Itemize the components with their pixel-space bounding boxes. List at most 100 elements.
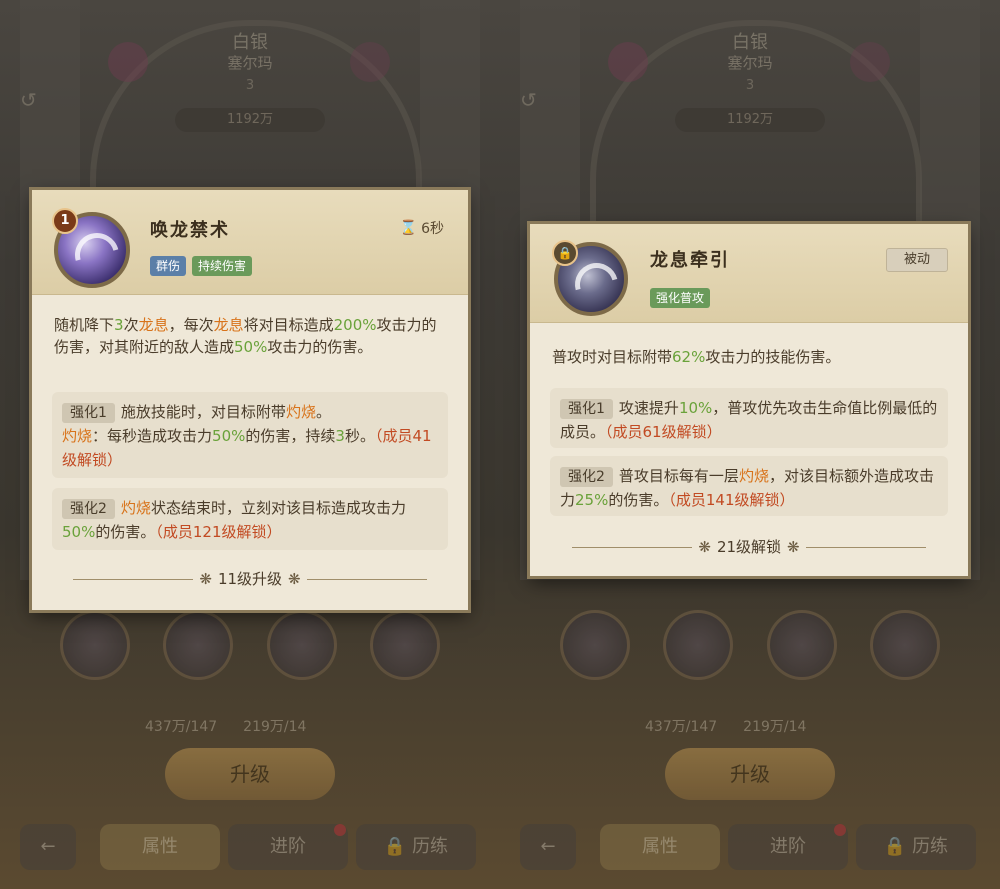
enhancement-chip: 强化2 [560, 467, 613, 487]
hero-name: 塞尔玛 [227, 54, 273, 72]
desc-value: 50% [234, 338, 268, 356]
ornament-icon: ❋ [199, 570, 212, 588]
desc-keyword: 龙息 [138, 316, 169, 334]
cooldown-value: 6秒 [421, 221, 444, 237]
enh-text: 的伤害，持续 [245, 427, 336, 445]
desc-text: 攻击力的伤害。 [267, 338, 373, 356]
tab-label: 进阶 [770, 836, 806, 857]
skill-slot-2[interactable] [163, 610, 234, 680]
tab-training[interactable]: 🔒 历练 [856, 824, 976, 870]
swirl-icon [566, 254, 626, 314]
skill-slot-4[interactable] [869, 610, 940, 680]
divider [306, 579, 427, 580]
enh-text: ：每秒造成攻击力 [92, 427, 213, 445]
enh-keyword: 灼烧 [120, 499, 151, 517]
skill-description: 随机降下3次龙息，每次龙息将对目标造成200%攻击力的伤害，对其附近的敌人造成5… [54, 314, 446, 358]
skill-row [560, 610, 940, 680]
crystal-resource: 219万/14 [243, 719, 307, 735]
enhancement-2: 强化2 普攻目标每有一层灼烧，对该目标额外造成攻击力25%的伤害。（成员141级解… [550, 456, 948, 516]
enh-value: 50% [212, 427, 246, 445]
share-icon[interactable]: ↺ [520, 88, 546, 114]
share-icon[interactable]: ↺ [20, 88, 46, 114]
tab-advance[interactable]: 进阶 [228, 824, 348, 870]
ornament-icon: ❋ [787, 538, 800, 556]
power-value: 1192万 [175, 108, 325, 132]
gold-resource: 437万/147 [145, 719, 218, 735]
enhancement-chip: 强化1 [62, 403, 115, 423]
tag-aoe: 群伤 [150, 256, 187, 276]
swirl-icon [66, 224, 128, 286]
tag-enhanced-attack: 强化普攻 [650, 288, 711, 308]
lock-badge: 🔒 [552, 240, 578, 266]
hero-rank: 白银 [732, 32, 768, 53]
skill-slot-2[interactable] [663, 610, 734, 680]
back-button[interactable]: ← [520, 824, 576, 870]
skill-name: 唤龙禁术 [150, 220, 230, 241]
enh-text: 的伤害。 [608, 491, 669, 509]
tab-label: 进阶 [270, 836, 306, 857]
upgrade-button[interactable]: 升级 [665, 748, 835, 800]
divider [73, 579, 194, 580]
skill-row [60, 610, 440, 680]
tab-attributes[interactable]: 属性 [100, 824, 220, 870]
cooldown: ⌛ 6秒 [400, 218, 444, 238]
skill-slot-4[interactable] [369, 610, 440, 680]
enh-keyword: 灼烧 [285, 403, 316, 421]
notification-dot [834, 824, 846, 836]
hero-level: 3 [245, 78, 255, 93]
desc-text: 次 [123, 316, 139, 334]
enh-text: 秒。 [344, 427, 375, 445]
notification-dot [334, 824, 346, 836]
desc-text: 将对目标造成 [243, 316, 334, 334]
enhancement-1: 强化1 攻速提升10%，普攻优先攻击生命值比例最低的成员。（成员61级解锁） [550, 388, 948, 448]
skill-tags: 群伤 持续伤害 [150, 256, 253, 276]
enh-value: 10% [678, 399, 713, 417]
desc-text: 随机降下 [54, 316, 115, 334]
enh-text: 。 [315, 403, 331, 421]
footer-label: 21级解锁 [716, 538, 782, 556]
left-panel: 白银 塞尔玛 3 ↺ 1192万 437万/147 219万/14 升级 ← 属… [0, 0, 500, 889]
skill-slot-3[interactable] [766, 610, 837, 680]
skill-slot-1[interactable] [560, 610, 630, 680]
enhancement-1: 强化1 施放技能时，对目标附带灼烧。 灼烧：每秒造成攻击力50%的伤害，持续3秒。（… [52, 392, 448, 478]
skill-description: 普攻时对目标附带62%攻击力的技能伤害。 [552, 346, 946, 368]
hero-name: 塞尔玛 [727, 54, 773, 72]
resource-row: 437万/147 219万/14 [145, 716, 306, 736]
enh-text: 普攻目标每有一层 [618, 467, 739, 485]
desc-keyword: 龙息 [213, 316, 244, 334]
enh-text: 攻速提升 [618, 399, 679, 417]
skill-tooltip-card: 🔒 龙息牵引 强化普攻 被动 普攻时对目标附带62%攻击力的技能伤害。 强化1 攻… [530, 224, 968, 576]
enh-text: 状态结束时，立刻对该目标造成攻击力 [150, 499, 406, 517]
tab-label: 历练 [912, 836, 949, 857]
enh-keyword: 灼烧 [62, 427, 93, 445]
skill-level-badge: 1 [52, 208, 78, 234]
desc-text: 攻击力的技能伤害。 [705, 348, 841, 366]
tab-attributes[interactable]: 属性 [600, 824, 720, 870]
hourglass-icon: ⌛ [399, 220, 418, 236]
unlock-footer: ❋ 11级升级 ❋ [32, 568, 468, 589]
tag-dot: 持续伤害 [192, 256, 253, 276]
enhancement-chip: 强化2 [62, 499, 115, 519]
skill-slot-1[interactable] [60, 610, 130, 680]
skill-slot-3[interactable] [266, 610, 337, 680]
tab-label: 历练 [412, 836, 449, 857]
desc-text: ，每次 [168, 316, 214, 334]
tab-training[interactable]: 🔒 历练 [356, 824, 476, 870]
ornament-icon: ❋ [698, 538, 711, 556]
divider [805, 547, 926, 548]
upgrade-button[interactable]: 升级 [165, 748, 335, 800]
skill-tooltip-card: 1 唤龙禁术 群伤 持续伤害 ⌛ 6秒 随机降下3次龙息，每次龙息将对目标造成2… [32, 190, 468, 610]
desc-value: 200% [333, 316, 377, 334]
ornament-icon: ❋ [288, 570, 301, 588]
hero-rank: 白银 [232, 32, 268, 53]
crystal-resource: 219万/14 [743, 719, 807, 735]
desc-value: 62% [672, 348, 706, 366]
bottom-nav: ← 属性 进阶 🔒 历练 [500, 816, 1000, 876]
back-button[interactable]: ← [20, 824, 76, 870]
enh-value: 25% [575, 491, 609, 509]
tab-advance[interactable]: 进阶 [728, 824, 848, 870]
enh-text: 的伤害。 [95, 523, 156, 541]
unlock-requirement: （成员61级解锁） [605, 423, 722, 441]
unlock-footer: ❋ 21级解锁 ❋ [530, 536, 968, 557]
unlock-requirement: （成员121级解锁） [155, 523, 282, 541]
